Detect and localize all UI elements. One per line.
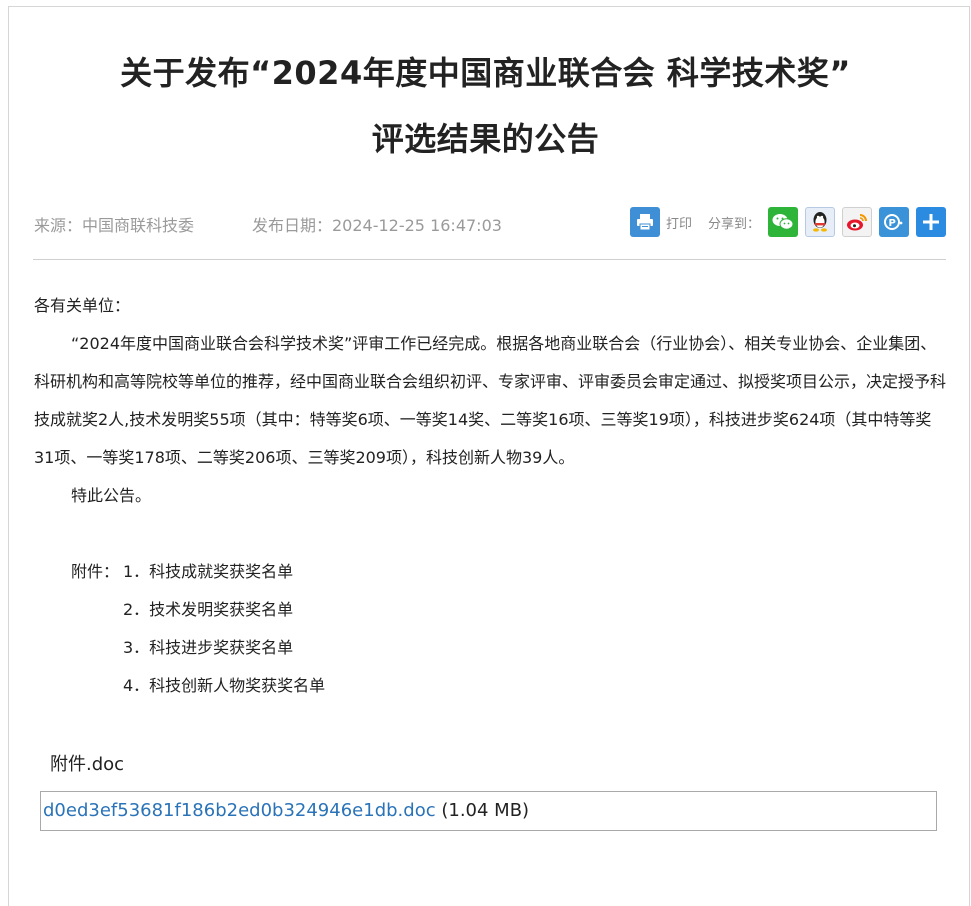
- article-date: 发布日期：2024-12-25 16:47:03: [252, 216, 502, 235]
- attachments-list: 1．科技成就奖获奖名单 2．技术发明奖获奖名单 3．科技进步奖获奖名单 4．科技…: [123, 553, 325, 705]
- attachments-block: 附件： 1．科技成就奖获奖名单 2．技术发明奖获奖名单 3．科技进步奖获奖名单 …: [34, 553, 946, 705]
- qzone-icon[interactable]: P: [879, 207, 910, 237]
- notice-text: 特此公告。: [71, 486, 152, 505]
- attachments-label: 附件：: [71, 562, 120, 581]
- list-item: 2．技术发明奖获奖名单: [123, 600, 294, 619]
- list-item: 1．科技成就奖获奖名单: [123, 562, 294, 581]
- printer-icon[interactable]: [630, 207, 660, 237]
- article-title-line1: 关于发布“2024年度中国商业联合会 科学技术奖”: [120, 54, 851, 92]
- article-body: 各有关单位： “2024年度中国商业联合会科学技术奖”评审工作已经完成。根据各地…: [34, 287, 946, 705]
- list-item: 3．科技进步奖获奖名单: [123, 638, 294, 657]
- greeting: 各有关单位：: [34, 296, 131, 315]
- article-title-line2: 评选结果的公告: [371, 120, 600, 158]
- divider: [33, 259, 946, 260]
- download-link[interactable]: d0ed3ef53681f186b2ed0b324946e1db.doc: [43, 800, 436, 821]
- qq-icon[interactable]: [805, 207, 836, 237]
- file-size: (1.04 MB): [441, 800, 530, 821]
- print-link[interactable]: 打印: [666, 213, 692, 232]
- share-toolbar: 打印 分享到： P: [630, 207, 947, 237]
- article-source: 来源：中国商联科技委: [34, 216, 195, 235]
- more-share-icon[interactable]: [916, 207, 947, 237]
- attachment-doc-label: 附件.doc: [50, 754, 125, 775]
- main-paragraph: “2024年度中国商业联合会科学技术奖”评审工作已经完成。根据各地商业联合会（行…: [34, 334, 947, 467]
- weibo-icon[interactable]: [842, 207, 873, 237]
- wechat-icon[interactable]: [768, 207, 799, 237]
- svg-text:P: P: [889, 218, 896, 229]
- download-box: d0ed3ef53681f186b2ed0b324946e1db.doc (1.…: [40, 791, 937, 831]
- list-item: 4．科技创新人物奖获奖名单: [123, 676, 326, 695]
- share-label: 分享到：: [708, 216, 761, 232]
